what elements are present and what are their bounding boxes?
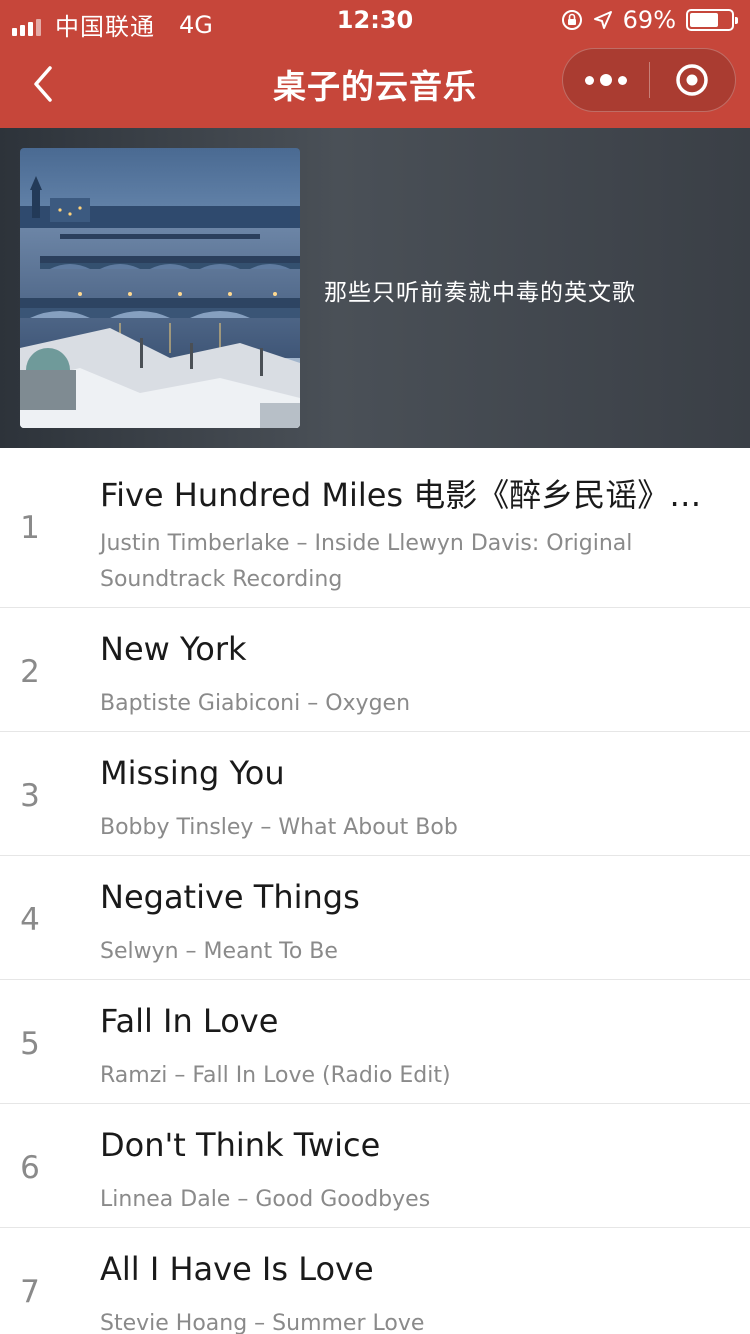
song-title: New York xyxy=(100,630,247,668)
cover-illustration xyxy=(20,148,300,428)
song-subtitle: Stevie Hoang – Summer Love xyxy=(100,1311,425,1334)
battery-icon xyxy=(686,9,738,31)
close-button[interactable] xyxy=(650,48,736,112)
mini-program-capsule xyxy=(562,48,736,112)
song-title: Five Hundred Miles 电影《醉乡民谣》… xyxy=(100,476,702,514)
song-title: Fall In Love xyxy=(100,1002,279,1040)
song-subtitle: Linnea Dale – Good Goodbyes xyxy=(100,1187,431,1212)
battery-percent: 69% xyxy=(622,6,676,34)
song-index: 5 xyxy=(20,1026,40,1062)
song-index: 7 xyxy=(20,1274,40,1310)
status-right: 69% xyxy=(561,6,738,34)
song-title: Don't Think Twice xyxy=(100,1126,381,1164)
target-close-icon xyxy=(676,64,708,96)
song-list: 1 Five Hundred Miles 电影《醉乡民谣》… Justin Ti… xyxy=(0,448,750,1334)
playlist-name: 那些只听前奏就中毒的英文歌 xyxy=(324,280,636,306)
song-row[interactable]: 2 New York Baptiste Giabiconi – Oxygen xyxy=(0,608,750,732)
playlist-header: 那些只听前奏就中毒的英文歌 xyxy=(0,128,750,448)
song-row[interactable]: 6 Don't Think Twice Linnea Dale – Good G… xyxy=(0,1104,750,1228)
song-row[interactable]: 1 Five Hundred Miles 电影《醉乡民谣》… Justin Ti… xyxy=(0,448,750,608)
location-arrow-icon xyxy=(593,11,612,29)
more-button[interactable] xyxy=(563,48,649,112)
song-subtitle: Baptiste Giabiconi – Oxygen xyxy=(100,691,411,716)
playlist-cover-image[interactable] xyxy=(20,148,300,428)
song-subtitle: Ramzi – Fall In Love (Radio Edit) xyxy=(100,1063,451,1088)
rotation-lock-icon xyxy=(561,10,582,30)
song-index: 1 xyxy=(20,510,40,546)
status-bar: 中国联通 4G 12:30 69% xyxy=(0,0,750,41)
song-title: All I Have Is Love xyxy=(100,1250,374,1288)
song-subtitle: Bobby Tinsley – What About Bob xyxy=(100,815,458,840)
nav-bar: 桌子的云音乐 xyxy=(0,40,750,128)
song-subtitle: Selwyn – Meant To Be xyxy=(100,939,338,964)
song-index: 4 xyxy=(20,902,40,938)
song-subtitle: Justin Timberlake – Inside Llewyn Davis:… xyxy=(100,531,633,592)
song-index: 6 xyxy=(20,1150,40,1186)
song-index: 3 xyxy=(20,778,40,814)
song-row[interactable]: 4 Negative Things Selwyn – Meant To Be xyxy=(0,856,750,980)
song-row[interactable]: 5 Fall In Love Ramzi – Fall In Love (Rad… xyxy=(0,980,750,1104)
song-row[interactable]: 7 All I Have Is Love Stevie Hoang – Summ… xyxy=(0,1228,750,1334)
song-title: Negative Things xyxy=(100,878,360,916)
battery-fill xyxy=(690,13,718,27)
song-title: Missing You xyxy=(100,754,285,792)
more-dots-icon xyxy=(584,75,594,85)
song-index: 2 xyxy=(20,654,40,690)
song-row[interactable]: 3 Missing You Bobby Tinsley – What About… xyxy=(0,732,750,856)
